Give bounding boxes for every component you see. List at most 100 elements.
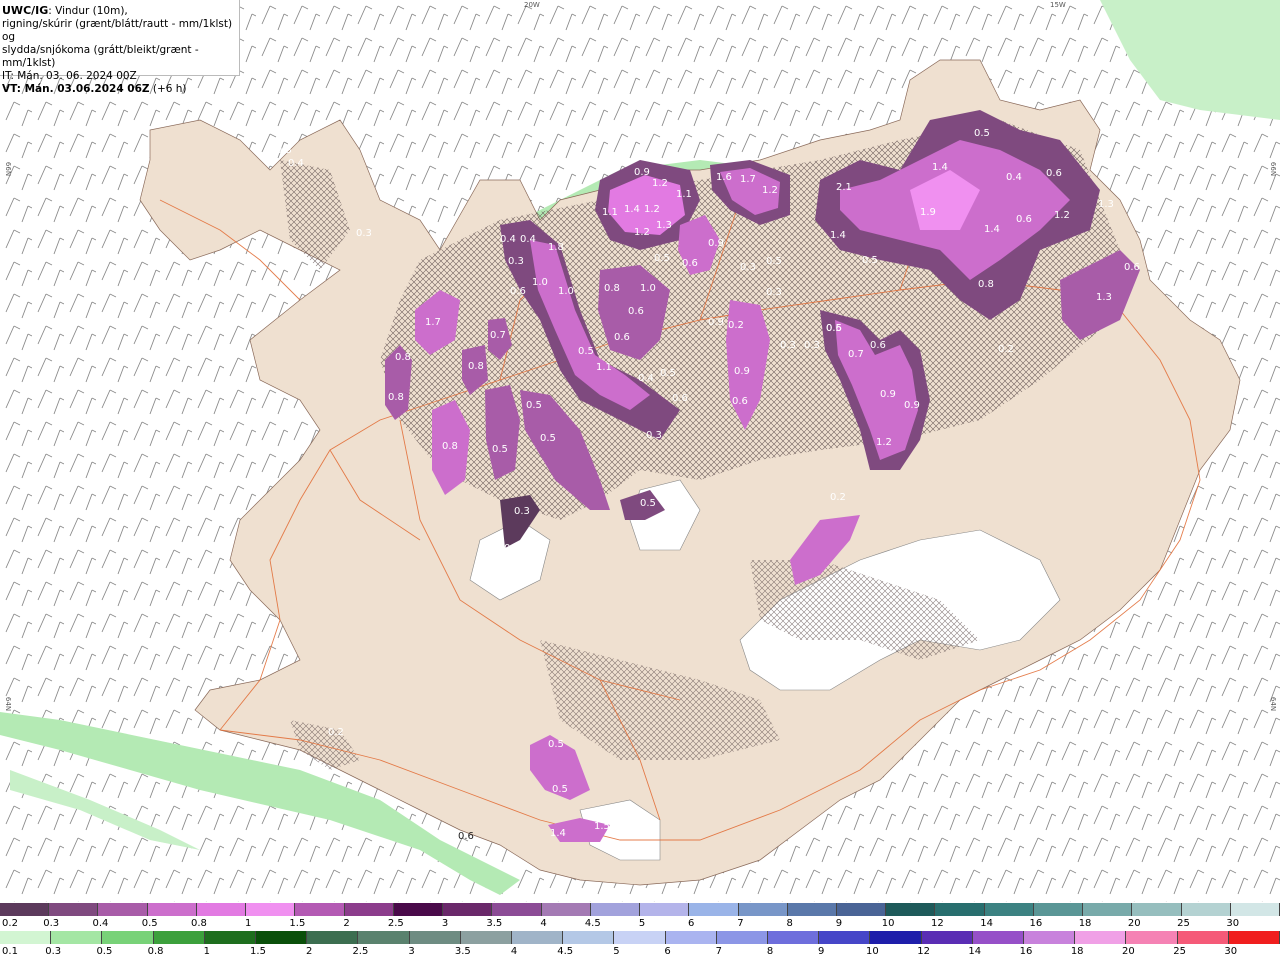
map-title: UWC/IG <box>2 4 49 17</box>
map-value: 0.6 <box>628 306 644 317</box>
rain-scale-swatch <box>768 931 820 944</box>
snow-scale-label: 0.8 <box>190 918 207 929</box>
map-value: 1.3 <box>1096 292 1112 303</box>
snow-scale-label: 2 <box>343 918 350 929</box>
map-value: 0.6 <box>510 286 526 297</box>
rain-scale-label: 20 <box>1122 946 1135 957</box>
map-value: 0.4 <box>500 234 516 245</box>
map-value: 1.2 <box>634 227 650 238</box>
map-value: 0.3 <box>646 430 662 441</box>
snow-scale-swatch <box>1132 903 1182 916</box>
map-value: 1.4 <box>624 204 640 215</box>
snow-scale-swatch <box>590 903 641 916</box>
map-value: 0.3 <box>276 145 292 156</box>
lon-label-15w: 15W <box>1050 1 1066 9</box>
rain-scale-label: 4 <box>510 946 518 957</box>
map-value: 0.4 <box>288 158 304 169</box>
rain-scale-swatch <box>512 931 564 944</box>
map-subtitle-rain: rigning/skúrir (grænt/blátt/rautt - mm/1… <box>2 18 233 43</box>
rain-scale-label: 0.8 <box>147 946 164 957</box>
snow-scale-label: 9 <box>835 918 843 929</box>
map-value: 0.9 <box>880 389 896 400</box>
snow-scale-label: 14 <box>980 918 993 929</box>
rain-scale-label: 3 <box>408 946 415 957</box>
rain-scale-label: 25 <box>1173 946 1186 957</box>
rain-scale-swatch <box>716 931 769 944</box>
weather-map: 0.3 0.4 0.3 0.4 0.4 0.3 0.6 1.0 1.8 1.0 … <box>0 0 1280 902</box>
snow-scale-label: 0.5 <box>141 918 158 929</box>
map-value: 0.6 <box>870 340 886 351</box>
rain-scale-label: 10 <box>866 946 879 957</box>
map-value: 0.6 <box>1016 214 1032 225</box>
rain-scale-swatch <box>614 931 666 944</box>
map-value: 0.3 <box>804 340 820 351</box>
map-value: 0.5 <box>552 784 568 795</box>
map-value: 0.2 <box>728 320 744 331</box>
snow-scale-label: 7 <box>737 918 744 929</box>
snow-scale-swatch <box>49 903 99 916</box>
map-value: 0.5 <box>640 498 656 509</box>
snow-scale-swatch <box>541 903 591 916</box>
snow-scale-label: 10 <box>881 918 895 929</box>
map-value: 0.6 <box>614 332 630 343</box>
snow-scale-label: 4 <box>540 918 547 929</box>
map-value: 1.7 <box>740 174 756 185</box>
map-value: 0.2 <box>998 344 1014 355</box>
snow-scale-swatch <box>246 903 296 916</box>
map-value: 1.2 <box>644 204 660 215</box>
snow-scale-swatch <box>935 903 985 916</box>
map-value: 0.8 <box>395 352 411 363</box>
map-value: 0.6 <box>672 393 688 404</box>
map-value: 0.7 <box>490 330 506 341</box>
snow-scale-label: 0.3 <box>43 918 60 929</box>
rain-scale-label: 2.5 <box>352 946 369 957</box>
snow-scale-swatch <box>836 903 887 916</box>
map-value: 1.2 <box>652 178 668 189</box>
map-value: 1.8 <box>548 242 564 253</box>
map-value: 1.1 <box>602 207 618 218</box>
map-value: 0.5 <box>660 368 676 379</box>
snow-scale-label: 2.5 <box>387 918 404 929</box>
snow-scale-label: 3 <box>441 918 449 929</box>
snow-scale-swatch <box>0 903 50 916</box>
map-value: 0.5 <box>540 433 556 444</box>
rain-scale-label: 5 <box>613 946 620 957</box>
map-value: 0.3 <box>508 256 524 267</box>
map-value: 1.0 <box>532 277 548 288</box>
map-value: 0.9 <box>904 400 920 411</box>
rain-scale-swatch <box>1228 931 1280 944</box>
map-value: 0.6 <box>732 396 748 407</box>
map-value: 1.2 <box>876 437 892 448</box>
rain-scale-swatch <box>256 931 308 944</box>
map-value: 0.7 <box>848 349 864 360</box>
valid-time: VT: Mán. 03.06.2024 06Z <box>2 83 150 95</box>
map-value: 0.5 <box>526 400 542 411</box>
map-value: 0.8 <box>468 361 484 372</box>
snow-scale-swatch <box>1083 903 1133 916</box>
snow-scale-swatch <box>1181 903 1231 916</box>
map-value: 0.3 <box>504 543 520 554</box>
lat-label-64n-left: 64N <box>4 696 13 712</box>
map-value: 2.1 <box>836 182 852 193</box>
map-value: 0.4 <box>1006 172 1022 183</box>
map-value: 0.5 <box>974 128 990 139</box>
map-value: 0.6 <box>1124 262 1140 273</box>
snow-scale-label: 12 <box>931 918 944 929</box>
map-value: 0.9 <box>708 238 724 249</box>
snow-scale-swatch <box>443 903 493 916</box>
rain-scale-label: 1.5 <box>250 946 266 957</box>
snow-scale-label: 5 <box>638 918 646 929</box>
map-value: 0.5 <box>766 256 782 267</box>
map-value: 0.8 <box>978 279 994 290</box>
map-value: 0.3 <box>740 262 756 273</box>
rain-scale-label: 12 <box>917 946 930 957</box>
map-value: 0.3 <box>780 340 796 351</box>
rain-scale-label: 0.1 <box>2 946 18 957</box>
snow-scale-swatch <box>492 903 542 916</box>
map-value: 0.9 <box>734 366 750 377</box>
snow-scale-swatch <box>393 903 444 916</box>
lat-label-66n-left: 66N <box>4 161 13 177</box>
map-value: 0.5 <box>826 323 842 334</box>
snow-scale-label: 4.5 <box>584 918 601 929</box>
rain-scale-swatch <box>409 931 461 944</box>
